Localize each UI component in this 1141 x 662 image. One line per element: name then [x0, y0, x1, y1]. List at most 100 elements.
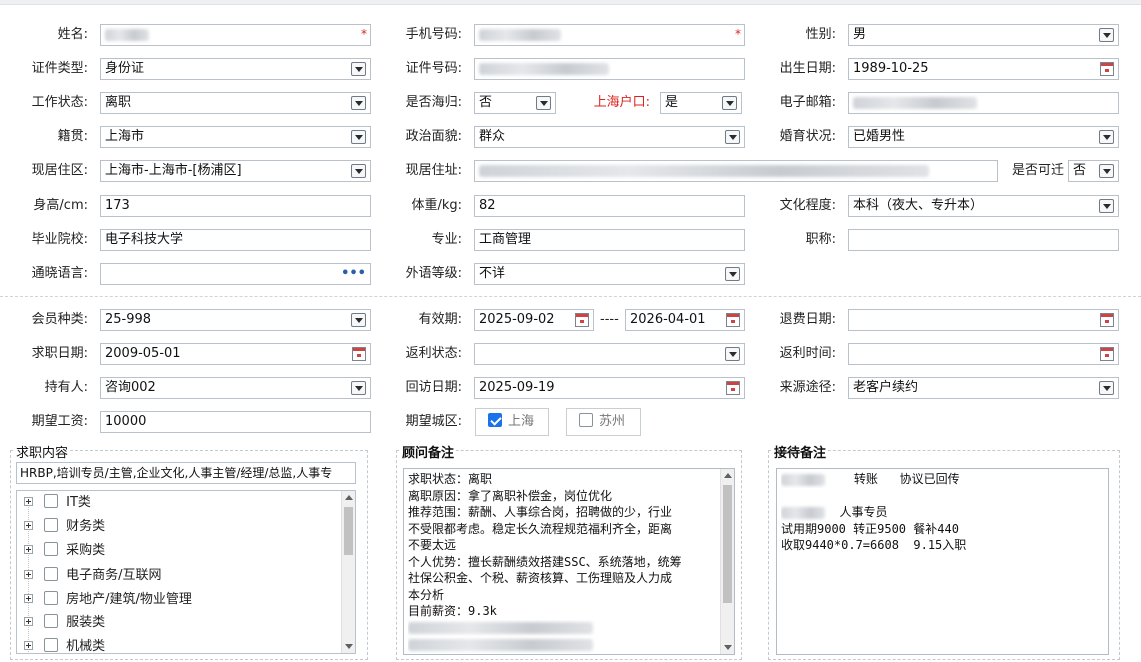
city-label: 期望城区: [405, 414, 462, 429]
tree-item[interactable]: 电子商务/互联网 [24, 565, 162, 587]
expand-plus-icon[interactable] [24, 570, 33, 579]
expand-plus-icon[interactable] [24, 545, 33, 554]
checkbox-icon[interactable] [579, 413, 593, 427]
chevron-down-icon[interactable] [1099, 381, 1114, 395]
valid-from-field[interactable]: 2025-09-02 [474, 309, 594, 331]
height-field[interactable]: 173 [100, 195, 371, 217]
residence-select[interactable]: 上海市-上海市-[杨浦区] [100, 160, 371, 182]
relocate-select[interactable]: 否 [1068, 160, 1119, 182]
calendar-icon[interactable] [1100, 62, 1114, 76]
checkbox-checked-icon[interactable] [488, 413, 502, 427]
calendar-icon[interactable] [726, 313, 740, 327]
scroll-down-icon[interactable] [724, 645, 732, 650]
school-field[interactable]: 电子科技大学 [100, 229, 371, 251]
tree-scrollbar[interactable] [341, 491, 355, 653]
checkbox-icon[interactable] [44, 567, 58, 581]
checkbox-icon[interactable] [44, 591, 58, 605]
chevron-down-icon[interactable] [351, 130, 366, 144]
checkbox-icon[interactable] [44, 614, 58, 628]
tree-item[interactable]: 服装类 [24, 612, 105, 634]
shanghai-hukou-select[interactable]: 是 [660, 92, 742, 114]
valid-to-field[interactable]: 2026-04-01 [625, 309, 745, 331]
visit-date-field[interactable]: 2025-09-19 [474, 377, 745, 399]
school-value: 电子科技大学 [105, 232, 184, 247]
chevron-down-icon[interactable] [351, 96, 366, 110]
education-select[interactable]: 本科（夜大、专升本） [848, 195, 1119, 217]
calendar-icon[interactable] [726, 381, 740, 395]
marital-select[interactable]: 已婚男性 [848, 126, 1119, 148]
more-icon[interactable]: ••• [341, 264, 366, 284]
city-shanghai-option[interactable]: 上海 [475, 408, 549, 436]
rebate-time-field[interactable] [848, 343, 1119, 365]
language-field[interactable]: ••• [100, 263, 371, 285]
title-field[interactable] [848, 229, 1119, 251]
returnee-select[interactable]: 否 [474, 92, 556, 114]
chevron-down-icon[interactable] [722, 96, 737, 110]
notes-scrollbar[interactable] [720, 469, 734, 654]
chevron-down-icon[interactable] [351, 164, 366, 178]
scroll-thumb[interactable] [723, 485, 732, 603]
expand-plus-icon[interactable] [24, 617, 33, 626]
tree-item[interactable]: 财务类 [24, 516, 105, 538]
weight-field[interactable]: 82 [474, 195, 745, 217]
scroll-down-icon[interactable] [345, 644, 353, 649]
chevron-down-icon[interactable] [351, 62, 366, 76]
checkbox-icon[interactable] [44, 542, 58, 556]
scroll-thumb[interactable] [344, 507, 353, 555]
tree-item[interactable]: 采购类 [24, 540, 105, 562]
chevron-down-icon[interactable] [725, 130, 740, 144]
checkbox-icon[interactable] [44, 518, 58, 532]
salary-field[interactable]: 10000 [100, 411, 371, 433]
birth-date-field[interactable]: 1989-10-25 [848, 58, 1119, 80]
refund-date-field[interactable] [848, 309, 1119, 331]
reception-text: 协议已回传 [899, 472, 960, 486]
native-select[interactable]: 上海市 [100, 126, 371, 148]
chevron-down-icon[interactable] [1099, 164, 1114, 178]
tree-item[interactable]: 房地产/建筑/物业管理 [24, 589, 192, 611]
calendar-icon[interactable] [1100, 313, 1114, 327]
tree-item[interactable]: IT类 [24, 492, 91, 514]
job-summary-field[interactable]: HRBP,培训专员/主管,企业文化,人事主管/经理/总监,人事专 [16, 462, 356, 484]
scroll-up-icon[interactable] [724, 473, 732, 478]
political-select[interactable]: 群众 [474, 126, 745, 148]
expand-plus-icon[interactable] [24, 521, 33, 530]
chevron-down-icon[interactable] [351, 381, 366, 395]
major-field[interactable]: 工商管理 [474, 229, 745, 251]
address-field[interactable] [474, 160, 998, 182]
expand-plus-icon[interactable] [24, 594, 33, 603]
idtype-select[interactable]: 身份证 [100, 58, 371, 80]
gender-select[interactable]: 男 [848, 24, 1119, 46]
scroll-up-icon[interactable] [345, 495, 353, 500]
chevron-down-icon[interactable] [1099, 28, 1114, 42]
jobdate-field[interactable]: 2009-05-01 [100, 343, 371, 365]
calendar-icon[interactable] [352, 347, 366, 361]
idnum-field[interactable] [474, 58, 745, 80]
chevron-down-icon[interactable] [1099, 199, 1114, 213]
city-suzhou-option[interactable]: 苏州 [566, 408, 641, 436]
workstatus-select[interactable]: 离职 [100, 92, 371, 114]
tree-item[interactable]: 机械类 [24, 636, 105, 652]
name-field[interactable]: * [100, 24, 371, 46]
reception-notes-textarea[interactable]: 转账 协议已回传 人事专员 试用期9000 转正9500 餐补440 收取944… [776, 468, 1109, 655]
calendar-icon[interactable] [1100, 347, 1114, 361]
member-type-select[interactable]: 25-998 [100, 309, 371, 331]
member-type-value: 25-998 [105, 312, 152, 327]
checkbox-icon[interactable] [44, 494, 58, 508]
chevron-down-icon[interactable] [725, 267, 740, 281]
rebate-select[interactable] [474, 343, 745, 365]
chevron-down-icon[interactable] [536, 96, 551, 110]
source-select[interactable]: 老客户续约 [848, 377, 1119, 399]
phone-field[interactable]: * [474, 24, 745, 46]
email-field[interactable] [848, 92, 1119, 114]
holder-select[interactable]: 咨询002 [100, 377, 371, 399]
checkbox-icon[interactable] [44, 638, 58, 652]
chevron-down-icon[interactable] [351, 313, 366, 327]
expand-plus-icon[interactable] [24, 497, 33, 506]
expand-plus-icon[interactable] [24, 641, 33, 650]
foreign-select[interactable]: 不详 [474, 263, 745, 285]
chevron-down-icon[interactable] [1099, 130, 1114, 144]
calendar-icon[interactable] [575, 313, 589, 327]
advisor-notes-title: 顾问备注 [400, 442, 457, 461]
advisor-notes-textarea[interactable]: 求职状态：离职 离职原因：拿了离职补偿金，岗位优化 推荐范围：薪酬、人事综合岗，… [403, 468, 735, 655]
chevron-down-icon[interactable] [725, 347, 740, 361]
